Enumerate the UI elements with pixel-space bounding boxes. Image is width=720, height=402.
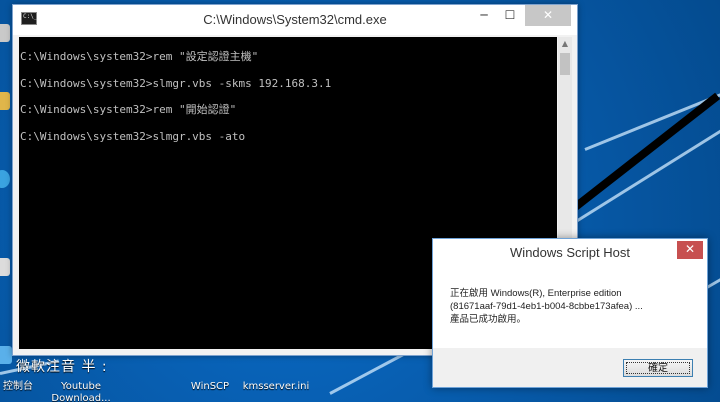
- console-line: C:\Windows\system32>slmgr.vbs -skms 192.…: [20, 77, 332, 90]
- scrollbar-thumb[interactable]: [560, 53, 570, 75]
- ok-button[interactable]: 確定: [623, 359, 693, 377]
- desktop-icon-label-winscp[interactable]: WinSCP: [186, 381, 234, 393]
- console-line: C:\Windows\system32>slmgr.vbs -ato: [20, 130, 246, 143]
- wallpaper-line: [557, 92, 720, 223]
- console-line: C:\Windows\system32>rem "開始認證": [20, 103, 237, 116]
- dialog-message-line: 正在啟用 Windows(R), Enterprise edition: [450, 288, 622, 299]
- dialog-footer: 確定: [433, 348, 707, 387]
- ime-status-text[interactable]: 微軟注音 半 :: [16, 356, 108, 376]
- console-line: C:\Windows\system32>rem "設定認證主機": [20, 50, 259, 63]
- scroll-up-icon[interactable]: ▲: [558, 37, 572, 51]
- desktop-folder-icon[interactable]: [0, 92, 10, 110]
- desktop-globe-icon[interactable]: [0, 170, 10, 188]
- dialog-title: Windows Script Host: [510, 245, 630, 260]
- wallpaper-line: [559, 113, 720, 233]
- close-button[interactable]: ✕: [525, 5, 571, 26]
- desktop-app-icon[interactable]: [0, 346, 12, 364]
- maximize-button[interactable]: ☐: [497, 5, 523, 26]
- dialog-message-area: 正在啟用 Windows(R), Enterprise edition (816…: [433, 266, 707, 348]
- desktop-icon-label-youtube-download[interactable]: Youtube Download...: [48, 381, 114, 402]
- desktop-app-icon[interactable]: [0, 24, 10, 42]
- minimize-button[interactable]: ─: [471, 5, 497, 26]
- script-host-dialog[interactable]: Windows Script Host ✕ 正在啟用 Windows(R), E…: [432, 238, 708, 388]
- dialog-message-line: 產品已成功啟用。: [450, 314, 527, 325]
- dialog-message-line: (81671aaf-79d1-4eb1-b004-8cbbe173afea) .…: [450, 301, 643, 312]
- dialog-titlebar[interactable]: Windows Script Host ✕: [433, 239, 707, 267]
- desktop-icon-label-control-panel[interactable]: 控制台: [0, 381, 38, 393]
- dialog-close-button[interactable]: ✕: [677, 241, 703, 259]
- desktop-icon-label-kmsserver[interactable]: kmsserver.ini: [238, 381, 314, 393]
- desktop-app-icon[interactable]: [0, 258, 10, 276]
- cmd-titlebar[interactable]: C:\Windows\System32\cmd.exe ─ ☐ ✕: [13, 5, 577, 35]
